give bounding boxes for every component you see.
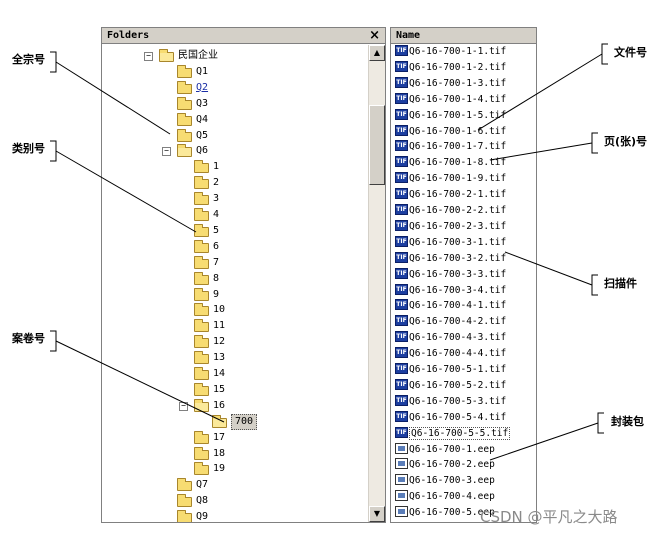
bracket-file-number [601, 43, 608, 65]
bracket-page-number [591, 132, 598, 154]
leader-page-number [489, 142, 593, 161]
leader-file-number [477, 53, 603, 131]
bracket-package [597, 412, 604, 434]
bracket-volume [50, 330, 57, 352]
leader-scan [504, 251, 593, 286]
leader-volume [55, 340, 225, 423]
watermark: CSDN @平凡之大路 [480, 508, 618, 526]
bracket-category [50, 140, 57, 162]
annotation-leader-lines [50, 43, 608, 461]
bracket-scan [591, 274, 598, 296]
bracket-fonds [50, 51, 57, 73]
leader-fonds [55, 61, 171, 135]
leader-package [489, 422, 599, 461]
leader-category [55, 150, 197, 233]
